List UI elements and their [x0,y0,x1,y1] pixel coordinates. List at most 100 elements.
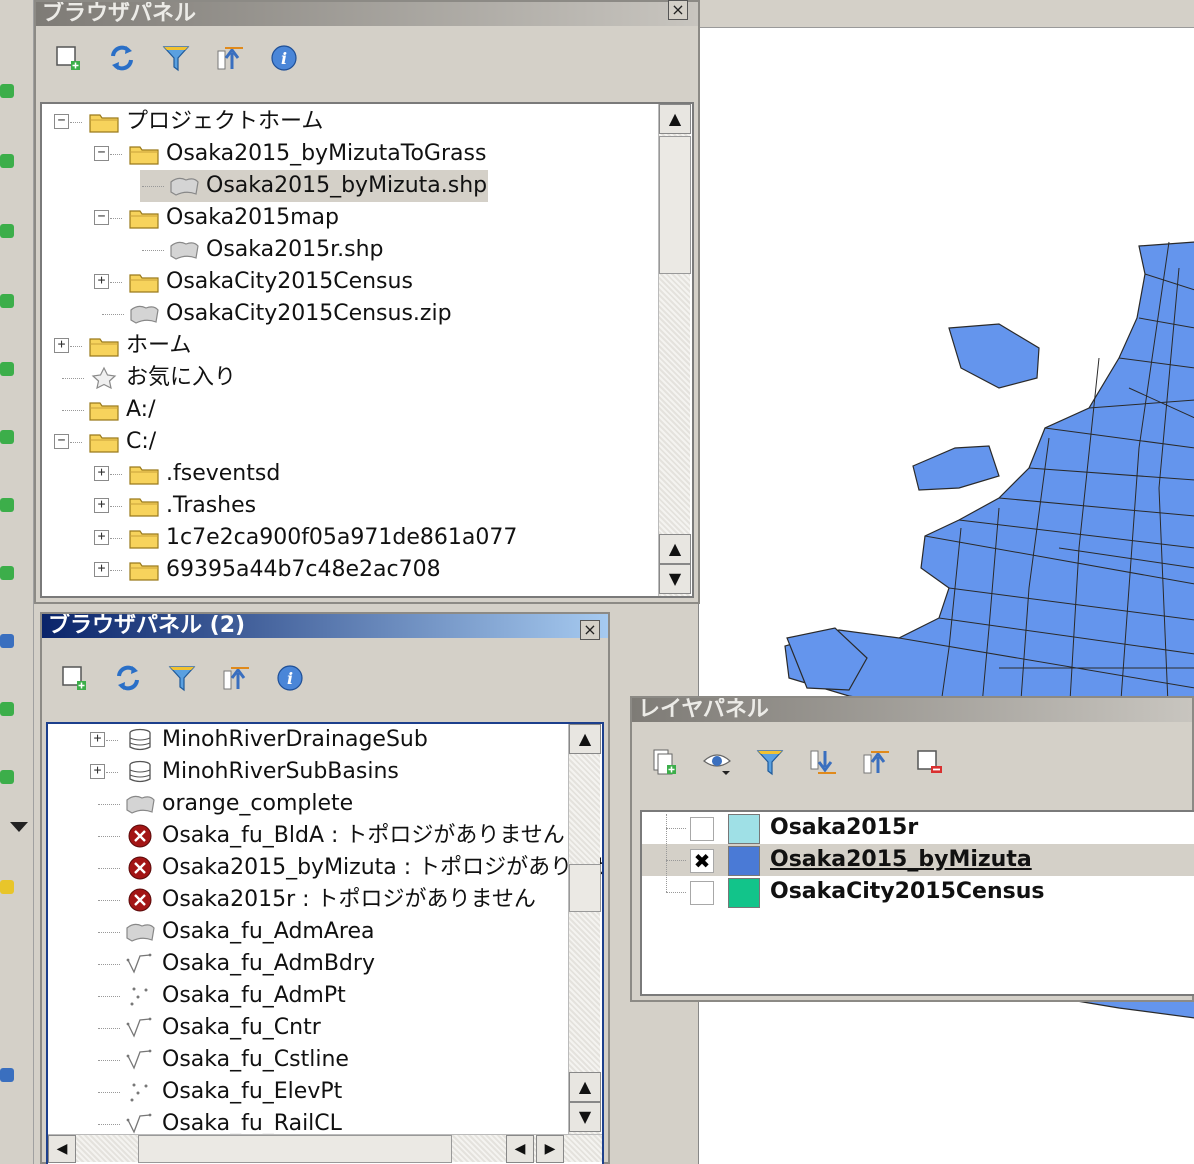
expand-all-icon[interactable] [807,746,839,778]
visibility-icon[interactable] [701,746,733,778]
scroll-up-button[interactable]: ▲ [659,104,691,134]
add-group-icon[interactable] [648,746,680,778]
node-tool-icon[interactable] [0,362,14,376]
cut-feature-icon[interactable] [0,498,14,512]
tree-item[interactable]: お気に入り [42,362,658,394]
browser-tree-scrollbar[interactable]: ▲ ▲ ▼ [658,104,691,596]
expand-icon[interactable]: + [94,498,109,513]
collapse-icon[interactable]: − [54,434,69,449]
layer-visibility-checkbox[interactable]: ✖ [690,849,714,873]
tree-item[interactable]: − C:/ [42,426,658,458]
layer-color-swatch[interactable] [728,846,760,876]
database-icon[interactable] [0,1068,14,1082]
filter-icon[interactable] [754,746,786,778]
tree-item[interactable]: − Osaka2015_byMizutaToGrass [42,138,658,170]
scroll-right-button[interactable]: ▶ [536,1135,564,1163]
layer-row[interactable]: ✖ Osaka2015_byMizuta [642,844,1194,876]
layer-visibility-checkbox[interactable] [690,817,714,841]
edit-tool-icon[interactable] [0,154,14,168]
expand-icon[interactable]: + [90,732,105,747]
browser-2-horizontal-scrollbar[interactable]: ◀ ◀ ▶ [48,1134,602,1163]
browser-panel-2-close-button[interactable]: × [580,620,600,640]
add-feature-icon[interactable] [0,224,14,238]
tree-item[interactable]: − Osaka2015map [42,202,658,234]
copy-feature-icon[interactable] [0,566,14,580]
tree-item[interactable]: Osaka2015r : トポロジがありません [48,884,568,916]
scroll-thumb[interactable] [569,864,601,912]
layer-list[interactable]: Osaka2015r ✖ Osaka2015_byMizuta OsakaCity20… [640,810,1194,996]
scroll-down-button[interactable]: ▼ [569,1102,601,1132]
refresh-icon[interactable] [112,662,144,694]
tree-item[interactable]: Osaka2015_byMizuta : トポロジがありません [48,852,602,884]
scroll-left-button[interactable]: ◀ [48,1135,76,1163]
collapse-all-icon[interactable] [214,42,246,74]
tree-item[interactable]: Osaka_fu_AdmBdry [48,948,568,980]
db-layer-icon[interactable] [0,634,14,648]
scroll-thumb[interactable] [659,136,691,274]
tree-item[interactable]: Osaka_fu_Cstline [48,1044,568,1076]
tree-item[interactable]: OsakaCity2015Census.zip [42,298,658,330]
digitize-tool-icon[interactable] [0,84,14,98]
collapse-icon[interactable]: − [94,146,109,161]
collapse-icon[interactable]: − [54,114,69,129]
tree-item[interactable]: Osaka2015r.shp [42,234,658,266]
filter-icon[interactable] [160,42,192,74]
layer-visibility-checkbox[interactable] [690,881,714,905]
expand-icon[interactable]: + [94,466,109,481]
scroll-up-button-lower[interactable]: ▲ [659,534,691,564]
delete-feature-icon[interactable] [0,430,14,444]
browser-panel-2-title[interactable]: ブラウザパネル (2) [42,614,608,638]
tree-item[interactable]: orange_complete [48,788,568,820]
highlight-icon[interactable] [0,880,14,894]
layer-row[interactable]: OsakaCity2015Census [642,876,1194,908]
tree-item[interactable]: Osaka_fu_ElevPt [48,1076,568,1108]
refresh-icon[interactable] [106,42,138,74]
paste-feature-icon[interactable] [0,702,14,716]
tree-item[interactable]: Osaka_fu_AdmPt [48,980,568,1012]
collapse-all-icon[interactable] [220,662,252,694]
tree-item[interactable]: + MinohRiverDrainageSub [48,724,568,756]
expand-icon[interactable]: + [94,274,109,289]
tree-item[interactable]: Osaka_fu_Cntr [48,1012,568,1044]
expand-icon[interactable]: + [54,338,69,353]
tree-item[interactable]: +1c7e2ca900f05a971de861a077 [42,522,658,554]
scroll-up-button[interactable]: ▲ [569,724,601,754]
filter-icon[interactable] [166,662,198,694]
collapse-all-icon[interactable] [860,746,892,778]
remove-layer-icon[interactable] [913,746,945,778]
tree-item[interactable]: A:/ [42,394,658,426]
expand-icon[interactable]: + [94,530,109,545]
tree-item[interactable]: + OsakaCity2015Census [42,266,658,298]
properties-icon[interactable]: i [268,42,300,74]
tree-item[interactable]: − プロジェクトホーム [42,106,658,138]
tree-item[interactable]: Osaka2015_byMizuta.shp [42,170,658,202]
tree-item[interactable]: Osaka_fu_AdmArea [48,916,568,948]
expand-icon[interactable]: + [94,562,109,577]
expand-icon[interactable]: + [90,764,105,779]
horizontal-scroll-thumb[interactable] [138,1135,452,1163]
layer-color-swatch[interactable] [728,878,760,908]
tree-item[interactable]: +69395a44b7c48e2ac708 [42,554,658,586]
layer-panel-title[interactable]: レイヤパネル [632,698,1192,722]
collapse-icon[interactable]: − [94,210,109,225]
layer-row[interactable]: Osaka2015r [642,812,1194,844]
tree-item[interactable]: + .fseventsd [42,458,658,490]
scroll-left-button-right[interactable]: ◀ [506,1135,534,1163]
add-layer-icon[interactable] [58,662,90,694]
scroll-down-button[interactable]: ▼ [659,564,691,594]
move-feature-icon[interactable] [0,294,14,308]
scroll-up-button-lower[interactable]: ▲ [569,1072,601,1102]
properties-icon[interactable]: i [274,662,306,694]
browser-panel-close-button[interactable]: × [668,0,688,20]
add-layer-icon[interactable] [52,42,84,74]
tree-item[interactable]: + MinohRiverSubBasins [48,756,568,788]
browser-panel-title[interactable]: ブラウザパネル [36,2,698,26]
tree-item[interactable]: + ホーム [42,330,658,362]
browser-2-tree-scrollbar[interactable]: ▲ ▲ ▼ [568,724,601,1134]
toolbar-overflow-icon[interactable] [10,822,28,832]
tree-item[interactable]: Osaka_fu_BldA : トポロジがありません [48,820,568,852]
undo-icon[interactable] [0,770,14,784]
layer-color-swatch[interactable] [728,814,760,844]
tree-item[interactable]: + .Trashes [42,490,658,522]
browser-tree[interactable]: − プロジェクトホーム − Osaka2015_byMizutaToGrass Osak… [40,102,694,598]
